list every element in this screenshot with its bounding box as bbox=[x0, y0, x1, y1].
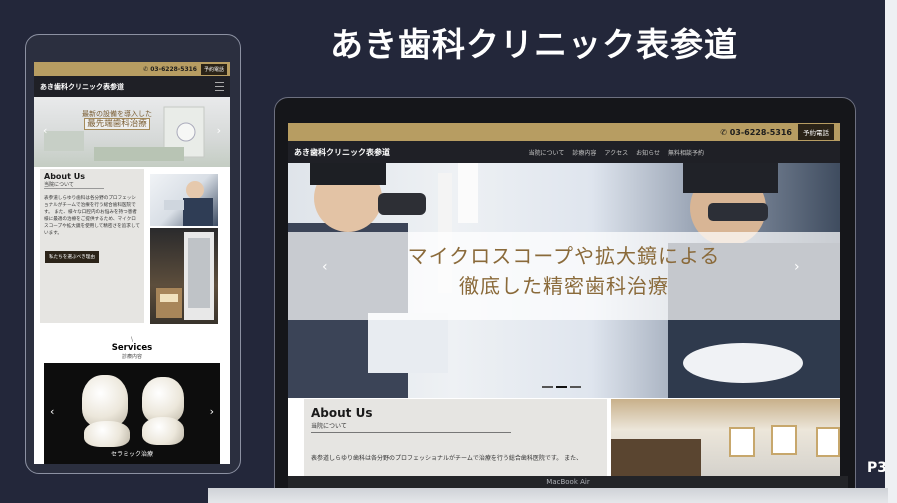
desktop-phone-number[interactable]: ✆ 03-6228-5316 bbox=[720, 128, 792, 137]
chevron-left-icon[interactable]: ‹ bbox=[50, 405, 54, 418]
desktop-about-subtitle: 当院について bbox=[311, 421, 511, 433]
dentist-illustration bbox=[164, 181, 213, 226]
dentist-photo bbox=[150, 174, 218, 226]
slider-dot-active[interactable] bbox=[556, 386, 567, 388]
desktop-navbar: あき歯科クリニック表参道 当院について 診療内容 アクセス お知らせ 無料相談予… bbox=[288, 141, 840, 163]
clinic-interior-photo bbox=[611, 399, 840, 476]
nav-item-access[interactable]: アクセス bbox=[604, 148, 628, 157]
wall-art-2 bbox=[771, 425, 797, 455]
mobile-hero-line2: 最先端歯科治療 bbox=[84, 118, 150, 130]
mobile-about-subtitle: 当院について bbox=[44, 181, 104, 189]
slide-title: あき歯科クリニック表参道 bbox=[330, 25, 738, 64]
nav-item-about[interactable]: 当院について bbox=[529, 148, 565, 157]
desktop-hero-line1: マイクロスコープや拡大鏡による bbox=[407, 244, 721, 268]
desktop-reserve-button[interactable]: 予約電話 bbox=[798, 124, 834, 140]
desktop-about-section: About Us 当院について 表参道しらゆり歯科は各分野のプロフェッショナルが… bbox=[304, 399, 607, 476]
mobile-hero-slider: 最新の設備を導入した 最先端歯科治療 ‹ › bbox=[34, 97, 230, 167]
chevron-right-icon[interactable]: › bbox=[217, 124, 221, 137]
why-choose-us-button[interactable]: 私たちを選ぶべき理由 bbox=[45, 251, 99, 263]
nav-item-services[interactable]: 診療内容 bbox=[572, 148, 596, 157]
desktop-hero-caption: マイクロスコープや拡大鏡による 徹底した精密歯科治療 bbox=[288, 241, 840, 301]
hamburger-menu-icon[interactable] bbox=[215, 82, 224, 91]
wall-art-3 bbox=[816, 427, 840, 457]
page-number: P3 bbox=[867, 460, 888, 476]
mobile-about-title: About Us bbox=[44, 172, 85, 181]
crown-image-left bbox=[82, 375, 128, 427]
mobile-brand[interactable]: あき歯科クリニック表参道 bbox=[40, 82, 124, 92]
nav-item-news[interactable]: お知らせ bbox=[636, 148, 660, 157]
laptop-screen: ✆ 03-6228-5316 予約電話 あき歯科クリニック表参道 当院について … bbox=[288, 123, 840, 476]
mobile-phone-number[interactable]: ✆ 03-6228-5316 bbox=[143, 66, 197, 73]
mobile-services-heading: \ Services 診療内容 bbox=[34, 336, 230, 360]
mobile-services-subtitle: 診療内容 bbox=[121, 354, 142, 360]
services-slide-caption: セラミック治療 bbox=[110, 451, 153, 458]
slider-dot[interactable] bbox=[542, 386, 553, 388]
desktop-phone-text: 03-6228-5316 bbox=[729, 127, 792, 137]
chevron-down-icon: \ bbox=[130, 336, 134, 343]
mobile-about-text: 表参道しらゆり歯科は各分野のプロフェッショナルがチームで治療を行う総合歯科医院で… bbox=[44, 196, 140, 236]
crown-image-right-lower bbox=[142, 417, 184, 445]
mobile-reserve-button[interactable]: 予約電話 bbox=[200, 63, 227, 75]
mobile-topbar: ✆ 03-6228-5316 予約電話 bbox=[34, 62, 230, 76]
desktop-hero-slider: マイクロスコープや拡大鏡による 徹底した精密歯科治療 ‹ › bbox=[288, 163, 840, 398]
desktop-about-title: About Us bbox=[311, 406, 373, 420]
phone-screen: ✆ 03-6228-5316 予約電話 あき歯科クリニック表参道 最新の設備を導… bbox=[34, 62, 230, 464]
slider-dot[interactable] bbox=[570, 386, 581, 388]
chevron-right-icon[interactable]: › bbox=[794, 259, 800, 275]
reception-counter bbox=[611, 439, 701, 476]
mobile-navbar: あき歯科クリニック表参道 bbox=[34, 76, 230, 97]
desktop-menu: 当院について 診療内容 アクセス お知らせ 無料相談予約 bbox=[529, 148, 704, 157]
desktop-hero-line2: 徹底した精密歯科治療 bbox=[459, 274, 669, 298]
nav-item-consultation[interactable]: 無料相談予約 bbox=[668, 148, 704, 157]
chevron-left-icon[interactable]: ‹ bbox=[43, 124, 47, 137]
building-photo bbox=[150, 228, 218, 324]
mobile-hero-caption: 最新の設備を導入した 最先端歯科治療 bbox=[82, 109, 152, 130]
crown-image-left-lower bbox=[84, 421, 130, 447]
laptop-base bbox=[208, 488, 888, 503]
chevron-right-icon[interactable]: › bbox=[210, 405, 214, 418]
dental-unit-image bbox=[44, 106, 205, 161]
wall-art-1 bbox=[729, 427, 755, 457]
desktop-brand[interactable]: あき歯科クリニック表参道 bbox=[294, 147, 390, 158]
mobile-services-title: Services bbox=[111, 343, 153, 353]
chevron-left-icon[interactable]: ‹ bbox=[322, 259, 328, 275]
building-illustration bbox=[156, 232, 214, 320]
mobile-phone-text: 03-6228-5316 bbox=[150, 65, 197, 73]
mobile-about-section: About Us 当院について 表参道しらゆり歯科は各分野のプロフェッショナルが… bbox=[40, 169, 144, 323]
phone-icon: ✆ bbox=[720, 127, 730, 137]
slide-edge bbox=[885, 0, 897, 503]
desktop-topbar: ✆ 03-6228-5316 予約電話 bbox=[288, 123, 840, 141]
ceramic-slider: ‹ › セラミック治療 bbox=[44, 363, 220, 464]
desktop-about-text: 表参道しらゆり歯科は各分野のプロフェッショナルがチームで治療を行う総合歯科医院で… bbox=[311, 455, 583, 462]
slider-dots bbox=[542, 386, 581, 388]
laptop-chin: MacBook Air bbox=[288, 476, 848, 488]
